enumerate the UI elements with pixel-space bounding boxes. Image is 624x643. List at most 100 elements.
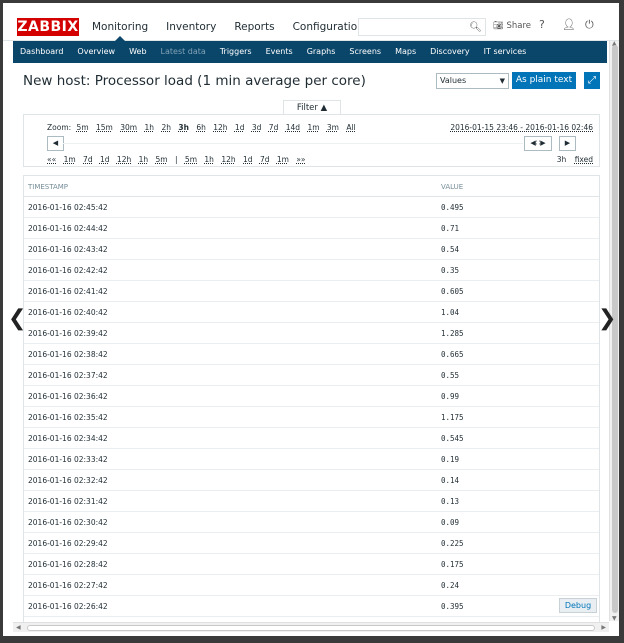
fullscreen-icon: ⤢ [588,75,596,86]
zoom-1m[interactable]: 1m [307,123,319,132]
subnav-overview[interactable]: Overview [70,41,122,63]
zoom-3d[interactable]: 3d [252,123,262,132]
table-row: 2016-01-16 02:35:42 1.175 [24,407,599,428]
row-value: 0.54 [441,245,460,254]
period-navigation: «« 1m 7d 1d 12h 1h 5m | 5m 1h 12h 1d 7d … [47,155,311,164]
zoom-15m[interactable]: 15m [96,123,113,132]
zoom-7d[interactable]: 7d [269,123,279,132]
nav-fwd-1d[interactable]: 1d [243,155,253,164]
row-timestamp: 2016-01-16 02:34:42 [28,434,108,443]
scroll-left-button[interactable]: ◀ [47,136,64,151]
nav-inventory[interactable]: Inventory [157,3,225,41]
row-value: 0.395 [441,602,464,611]
as-plain-text-button[interactable]: As plain text [512,72,576,89]
nav-fwd-all[interactable]: »» [296,155,305,164]
row-value: 0.55 [441,371,460,380]
user-icon[interactable]: 👤︎ [562,18,576,31]
subnav-triggers[interactable]: Triggers [213,41,259,63]
next-page-icon[interactable]: ❯ [598,308,616,330]
zoom-1h[interactable]: 1h [145,123,155,132]
nav-back-1d[interactable]: 1d [100,155,110,164]
nav-fwd-1h[interactable]: 1h [204,155,214,164]
nav-back-1m[interactable]: 1m [64,155,76,164]
zoom-2h[interactable]: 2h [161,123,171,132]
vertical-scrollbar[interactable]: ▲ ▼ [609,40,619,622]
zoom-3h[interactable]: 3h [178,123,189,132]
zoom-14d[interactable]: 14d [286,123,300,132]
share-button[interactable]: 📷︎ Share [493,21,531,31]
zoom-12h[interactable]: 12h [213,123,227,132]
nav-fwd-12h[interactable]: 12h [221,155,235,164]
scroll-right-icon[interactable]: ▶ [601,624,606,631]
timestamp-header: TIMESTAMP [28,183,69,191]
nav-back-all[interactable]: «« [47,155,56,164]
nav-fwd-1m[interactable]: 1m [277,155,289,164]
period-fixed-toggle[interactable]: fixed [575,155,593,164]
subnav-dashboard[interactable]: Dashboard [13,41,70,63]
search-icon[interactable]: 🔍︎ [469,22,482,33]
zoom-6h[interactable]: 6h [196,123,206,132]
row-value: 1.175 [441,413,464,422]
zabbix-logo[interactable]: ZABBIX [17,18,79,36]
subnav-discovery[interactable]: Discovery [423,41,477,63]
row-timestamp: 2016-01-16 02:42:42 [28,266,108,275]
subnav-maps[interactable]: Maps [388,41,423,63]
row-value: 0.605 [441,287,464,296]
table-row: 2016-01-16 02:42:42 0.35 [24,260,599,281]
nav-fwd-5m[interactable]: 5m [185,155,197,164]
view-select-value: Values [440,76,467,85]
row-timestamp: 2016-01-16 02:27:42 [28,581,108,590]
row-value: 0.495 [441,203,464,212]
table-row: 2016-01-16 02:32:42 0.14 [24,470,599,491]
nav-monitoring[interactable]: Monitoring [83,3,157,41]
zoom-5m[interactable]: 5m [77,123,89,132]
nav-back-12h[interactable]: 12h [117,155,131,164]
table-row: 2016-01-16 02:45:42 0.495 [24,197,599,218]
row-value: 0.175 [441,560,464,569]
fullscreen-button[interactable]: ⤢ [584,72,600,89]
view-select[interactable]: Values ▼ [436,73,509,89]
row-value: 0.225 [441,539,464,548]
period-range[interactable]: 2016-01-15 23:46 - 2016-01-16 02:46 [450,123,593,132]
previous-page-icon[interactable]: ❮ [8,308,26,330]
subnav-screens[interactable]: Screens [342,41,388,63]
period-handle[interactable]: ◀∷▶ [524,136,552,151]
nav-back-1h[interactable]: 1h [139,155,149,164]
arrow-right-icon: ▶ [564,139,571,147]
help-icon[interactable]: ? [539,18,545,31]
search-input[interactable]: 🔍︎ [358,18,486,36]
nav-back-7d[interactable]: 7d [83,155,93,164]
subnav-graphs[interactable]: Graphs [300,41,343,63]
zoom-all[interactable]: All [346,123,355,132]
horizontal-scrollbar[interactable]: ◀ ▶ [13,622,609,632]
debug-button[interactable]: Debug [559,598,597,613]
row-timestamp: 2016-01-16 02:30:42 [28,518,108,527]
subnav-web[interactable]: Web [122,41,153,63]
power-icon[interactable]: ⏻ [585,18,594,32]
time-scrollbar-track[interactable] [63,143,523,144]
zoom-1d[interactable]: 1d [235,123,245,132]
nav-fwd-7d[interactable]: 7d [260,155,270,164]
row-value: 0.19 [441,455,460,464]
sub-nav: Dashboard Overview Web Latest data Trigg… [13,41,607,63]
row-timestamp: 2016-01-16 02:45:42 [28,203,108,212]
filter-tab[interactable]: Filter ▲ [283,100,341,115]
subnav-it-services[interactable]: IT services [477,41,534,63]
scroll-right-button[interactable]: ▶ [559,136,576,151]
scroll-left-icon[interactable]: ◀ [16,624,21,631]
horizontal-scroll-thumb[interactable] [27,625,595,631]
handle-icon: ◀∷▶ [530,139,546,147]
nav-back-5m[interactable]: 5m [156,155,168,164]
nav-reports[interactable]: Reports [225,3,283,41]
row-value: 0.13 [441,497,460,506]
scroll-down-icon[interactable]: ▼ [612,615,617,622]
top-header: ZABBIX Monitoring Inventory Reports Conf… [3,3,619,41]
zoom-3m[interactable]: 3m [327,123,339,132]
subnav-events[interactable]: Events [259,41,300,63]
table-row: 2016-01-16 02:34:42 0.545 [24,428,599,449]
table-row: 2016-01-16 02:27:42 0.24 [24,575,599,596]
row-timestamp: 2016-01-16 02:36:42 [28,392,108,401]
table-row: 2016-01-16 02:33:42 0.19 [24,449,599,470]
subnav-latest-data[interactable]: Latest data [154,41,213,63]
zoom-30m[interactable]: 30m [120,123,137,132]
